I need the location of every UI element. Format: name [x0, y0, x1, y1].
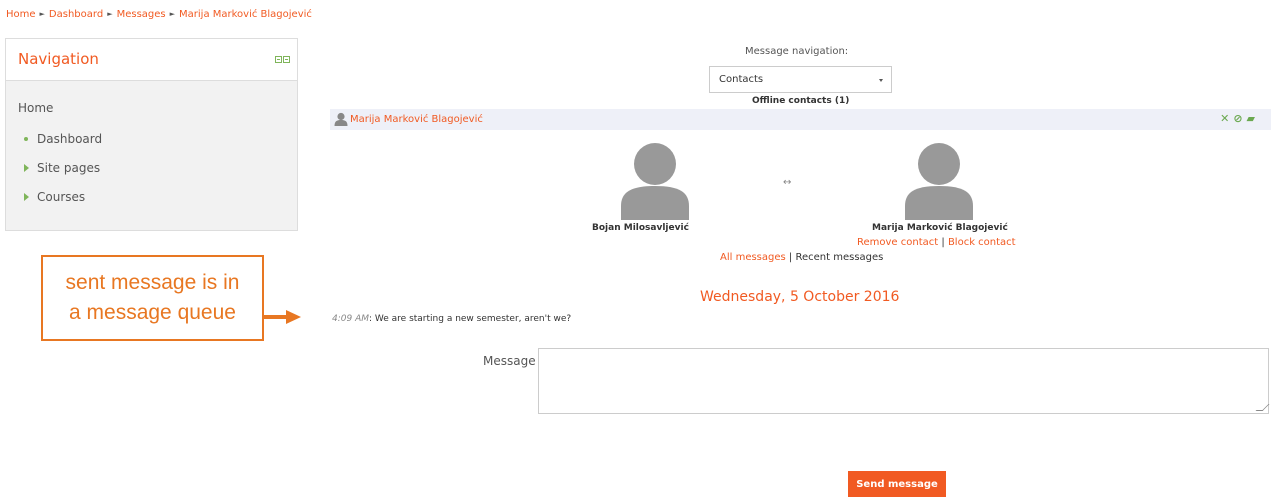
block-contact-link[interactable]: Block contact	[948, 237, 1016, 248]
navigation-title: Navigation	[18, 50, 99, 68]
nav-item-home[interactable]: Home	[18, 101, 53, 115]
current-user-name: Bojan Milosavljević	[592, 223, 689, 233]
breadcrumb-separator-icon: ►	[107, 10, 113, 18]
link-separator: |	[788, 252, 793, 263]
message-navigation-select[interactable]: Contacts	[709, 66, 892, 93]
nav-item-courses[interactable]: Courses	[24, 190, 85, 204]
nav-item-label: Site pages	[37, 161, 101, 175]
dropdown-caret-icon	[879, 79, 883, 82]
breadcrumb-separator-icon: ►	[169, 10, 176, 18]
message-field-label: Message	[483, 354, 536, 368]
message-time: 4:09 AM	[332, 314, 369, 324]
breadcrumb-dashboard[interactable]: Dashboard	[49, 9, 103, 20]
remove-icon[interactable]: ✕	[1220, 113, 1229, 125]
user-avatar-icon	[905, 143, 973, 220]
dock-block-icon[interactable]	[283, 56, 290, 63]
message-item: 4:09 AM: We are starting a new semester,…	[332, 314, 571, 324]
block-icon[interactable]: ⊘	[1233, 113, 1242, 125]
message-textarea[interactable]	[538, 348, 1270, 414]
nav-item-label: Courses	[37, 190, 86, 204]
select-value: Contacts	[719, 74, 764, 85]
annotation-line-2: a message queue	[69, 301, 236, 324]
collapse-block-icon[interactable]	[275, 56, 282, 63]
conversation-date: Wednesday, 5 October 2016	[700, 289, 900, 305]
breadcrumb-home[interactable]: Home	[6, 9, 36, 20]
contact-links: Remove contact | Block contact	[857, 237, 1016, 248]
breadcrumb: Home ► Dashboard ► Messages ► Marija Marković …	[6, 9, 312, 20]
message-icon[interactable]: ▰	[1247, 113, 1255, 125]
resize-grip-icon[interactable]	[1255, 404, 1270, 411]
nav-item-site-pages[interactable]: Site pages	[24, 161, 100, 175]
send-message-button[interactable]: Send message	[848, 471, 946, 497]
recent-messages-label: Recent messages	[795, 252, 884, 263]
all-messages-link[interactable]: All messages	[720, 252, 786, 263]
user-avatar-icon	[334, 112, 348, 126]
annotation-line-1: sent message is in	[65, 271, 240, 294]
message-text: : We are starting a new semester, aren't…	[369, 314, 572, 324]
navigation-header: Navigation	[6, 39, 297, 81]
breadcrumb-separator-icon: ►	[39, 10, 45, 18]
swap-arrows-icon: ↔	[783, 177, 792, 188]
annotation-arrow	[264, 315, 288, 319]
breadcrumb-messages[interactable]: Messages	[117, 9, 166, 20]
nav-item-label: Dashboard	[37, 132, 103, 146]
breadcrumb-current-user[interactable]: Marija Marković Blagojević	[179, 9, 312, 20]
navigation-block: Navigation Home Dashboard Site pages Cou…	[5, 38, 298, 231]
user-avatar-icon	[621, 143, 689, 220]
message-filter-links: All messages | Recent messages	[720, 252, 883, 263]
message-navigation-label: Message navigation:	[745, 46, 849, 57]
link-separator: |	[941, 237, 945, 248]
annotation-callout: sent message is in a message queue	[41, 255, 264, 341]
bullet-icon	[24, 137, 28, 141]
contact-row: Marija Marković Blagojević ✕ ⊘ ▰	[330, 109, 1271, 130]
contact-user-name: Marija Marković Blagojević	[872, 223, 1008, 233]
expand-arrow-icon	[24, 193, 29, 201]
expand-arrow-icon	[24, 164, 29, 172]
contact-actions: ✕ ⊘ ▰	[1220, 113, 1255, 125]
block-controls	[275, 56, 290, 63]
arrow-right-icon	[286, 310, 301, 324]
nav-item-dashboard[interactable]: Dashboard	[24, 132, 102, 146]
remove-contact-link[interactable]: Remove contact	[857, 237, 938, 248]
contact-name-link[interactable]: Marija Marković Blagojević	[350, 114, 483, 125]
